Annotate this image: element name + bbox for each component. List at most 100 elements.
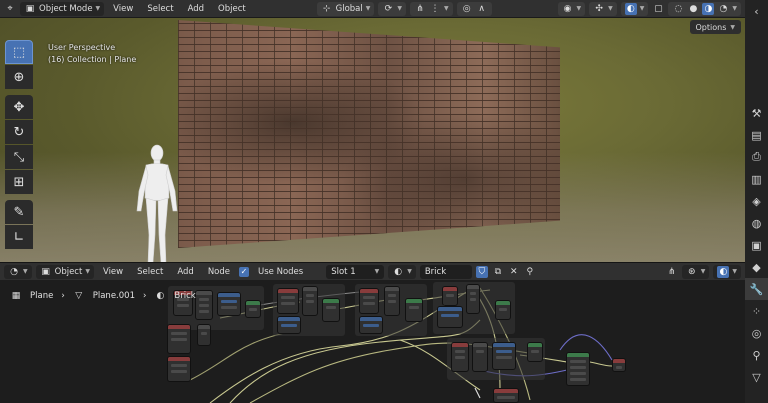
shader-node[interactable] bbox=[437, 306, 463, 328]
shader-node[interactable] bbox=[492, 342, 516, 370]
shader-node[interactable] bbox=[167, 324, 191, 354]
rendered-shading-icon[interactable]: ◔ bbox=[717, 3, 729, 15]
pivot-dropdown[interactable]: ⟳ ▼ bbox=[378, 1, 406, 16]
menu-select[interactable]: Select bbox=[142, 4, 178, 14]
select-box-tool-icon[interactable]: ⬚ bbox=[5, 40, 33, 64]
node-menu-view[interactable]: View bbox=[98, 267, 128, 277]
options-dropdown[interactable]: Options ▼ bbox=[689, 20, 741, 34]
material-output-node[interactable] bbox=[612, 358, 626, 372]
object-mode-dropdown[interactable]: ▣ Object Mode ▼ bbox=[20, 1, 105, 16]
world-properties-icon[interactable]: ◍ bbox=[745, 212, 768, 234]
shader-node[interactable] bbox=[466, 284, 480, 314]
object-mode-label: Object Mode bbox=[39, 3, 93, 14]
menu-add[interactable]: Add bbox=[183, 4, 209, 14]
visibility-dropdown[interactable]: ◉ ▼ bbox=[557, 1, 586, 16]
chevron-down-icon: ▼ bbox=[374, 268, 380, 275]
object-shader-icon: ▣ bbox=[41, 266, 50, 277]
wireframe-shading-icon[interactable]: ◌ bbox=[672, 3, 684, 15]
overlays-dropdown[interactable]: ◐ ▼ bbox=[620, 1, 649, 16]
brick-wall-plane[interactable] bbox=[178, 20, 560, 248]
view-layer-icon[interactable]: ▥ bbox=[745, 168, 768, 190]
node-overlay-dropdown[interactable]: ⊛ ▼ bbox=[681, 264, 710, 279]
collection-properties-icon[interactable]: ▣ bbox=[745, 234, 768, 256]
use-nodes-checkbox[interactable]: ✓ bbox=[239, 266, 249, 277]
shader-node[interactable] bbox=[495, 300, 511, 320]
shader-node[interactable] bbox=[302, 286, 318, 316]
snapping-icon[interactable]: ⋔ bbox=[666, 266, 678, 278]
node-menu-add[interactable]: Add bbox=[172, 267, 198, 277]
node-overlays-icon: ◐ bbox=[717, 265, 730, 278]
shader-node[interactable] bbox=[277, 316, 301, 334]
breadcrumb-material[interactable]: Brick bbox=[174, 291, 195, 301]
collapse-arrow-icon[interactable]: ‹ bbox=[745, 0, 768, 22]
shader-node[interactable] bbox=[359, 316, 383, 334]
shader-node[interactable] bbox=[384, 286, 400, 316]
rotate-tool-icon[interactable]: ↻ bbox=[5, 120, 33, 144]
output-properties-icon[interactable]: ⎙ bbox=[745, 146, 768, 168]
orientation-dropdown[interactable]: ⊹ Global ▼ bbox=[316, 1, 375, 16]
shader-node[interactable] bbox=[405, 298, 423, 322]
transform-tool-icon[interactable]: ⊞ bbox=[5, 170, 33, 194]
shader-node[interactable] bbox=[527, 342, 543, 362]
chevron-down-icon: ▼ bbox=[85, 268, 90, 275]
shading-modes[interactable]: ◌ ● ◑ ◔ ▼ bbox=[668, 1, 742, 16]
node-editor-canvas[interactable]: ▦ Plane › ▽ Plane.001 › ◐ Brick bbox=[0, 280, 745, 403]
scene-properties-icon[interactable]: ◈ bbox=[745, 190, 768, 212]
move-tool-icon[interactable]: ✥ bbox=[5, 95, 33, 119]
shader-node[interactable] bbox=[197, 324, 211, 346]
menu-object[interactable]: Object bbox=[213, 4, 251, 14]
slot-dropdown[interactable]: Slot 1 ▼ bbox=[326, 264, 385, 279]
node-menu-node[interactable]: Node bbox=[203, 267, 235, 277]
node-overlays-dropdown[interactable]: ◐ ▼ bbox=[713, 264, 741, 279]
cursor-tool-icon[interactable]: ⊕ bbox=[5, 65, 33, 89]
3d-viewport[interactable]: User Perspective (16) Collection | Plane… bbox=[0, 18, 745, 262]
measure-tool-icon[interactable]: ∟ bbox=[5, 225, 33, 249]
shader-node[interactable] bbox=[442, 286, 458, 306]
shader-node[interactable] bbox=[167, 356, 191, 382]
gizmo-dropdown[interactable]: ✣ ▼ bbox=[589, 1, 617, 16]
shader-node[interactable] bbox=[195, 290, 213, 320]
material-browse-button[interactable]: ◐ ▼ bbox=[388, 264, 416, 279]
proportional-edit-icon: ◎ bbox=[462, 3, 471, 14]
scale-tool-icon[interactable]: ⤡ bbox=[5, 145, 33, 169]
fake-user-shield-icon[interactable]: ⛉ bbox=[475, 265, 488, 278]
proportional-edit-toggle[interactable]: ◎ ∧ bbox=[456, 1, 492, 16]
shader-node[interactable] bbox=[472, 342, 488, 372]
principled-bsdf-node[interactable] bbox=[566, 352, 590, 386]
shader-node[interactable] bbox=[277, 288, 299, 314]
particles-icon[interactable]: ⁘ bbox=[745, 300, 768, 322]
shader-node[interactable] bbox=[493, 388, 519, 403]
breadcrumb-object[interactable]: Plane bbox=[30, 291, 53, 301]
tool-properties-icon[interactable]: ⚒ bbox=[745, 102, 768, 124]
use-nodes-label: Use Nodes bbox=[258, 266, 304, 277]
snap-toggle[interactable]: ⋔ ⋮ ▼ bbox=[410, 1, 453, 16]
properties-tab-strip: ‹ ⚒ ▤ ⎙ ▥ ◈ ◍ ▣ ◆ 🔧 ⁘ ◎ ⚲ ▽ bbox=[745, 0, 768, 403]
object-properties-icon[interactable]: ◆ bbox=[745, 256, 768, 278]
breadcrumb-mesh[interactable]: Plane.001 bbox=[93, 291, 135, 301]
shader-node[interactable] bbox=[359, 288, 379, 314]
solid-shading-icon[interactable]: ● bbox=[687, 3, 699, 15]
annotate-tool-icon[interactable]: ✎ bbox=[5, 200, 33, 224]
node-menu-select[interactable]: Select bbox=[132, 267, 168, 277]
material-name-field[interactable]: Brick bbox=[419, 264, 472, 279]
shader-node[interactable] bbox=[245, 300, 261, 318]
editor-type-dropdown[interactable]: ◔ ▼ bbox=[4, 264, 32, 279]
data-properties-icon[interactable]: ▽ bbox=[745, 366, 768, 388]
modifier-properties-icon[interactable]: 🔧 bbox=[745, 278, 768, 300]
pin-icon[interactable]: ⚲ bbox=[524, 266, 536, 278]
shader-type-dropdown[interactable]: ▣ Object ▼ bbox=[35, 264, 94, 279]
xray-icon[interactable]: ▢ bbox=[652, 3, 664, 15]
render-properties-icon[interactable]: ▤ bbox=[745, 124, 768, 146]
shader-node[interactable] bbox=[322, 298, 340, 322]
menu-view[interactable]: View bbox=[108, 4, 138, 14]
unlink-material-icon[interactable]: ✕ bbox=[508, 266, 520, 278]
material-preview-icon[interactable]: ◑ bbox=[702, 2, 715, 15]
constraints-icon[interactable]: ⚲ bbox=[745, 344, 768, 366]
duplicate-material-icon[interactable]: ⧉ bbox=[492, 266, 504, 278]
chevron-down-icon: ▼ bbox=[639, 5, 645, 12]
human-reference-figure[interactable] bbox=[132, 143, 182, 262]
shader-node[interactable] bbox=[451, 342, 469, 372]
physics-icon[interactable]: ◎ bbox=[745, 322, 768, 344]
editor-type-icon[interactable]: ⌖ bbox=[4, 3, 16, 15]
shader-node[interactable] bbox=[217, 292, 241, 316]
